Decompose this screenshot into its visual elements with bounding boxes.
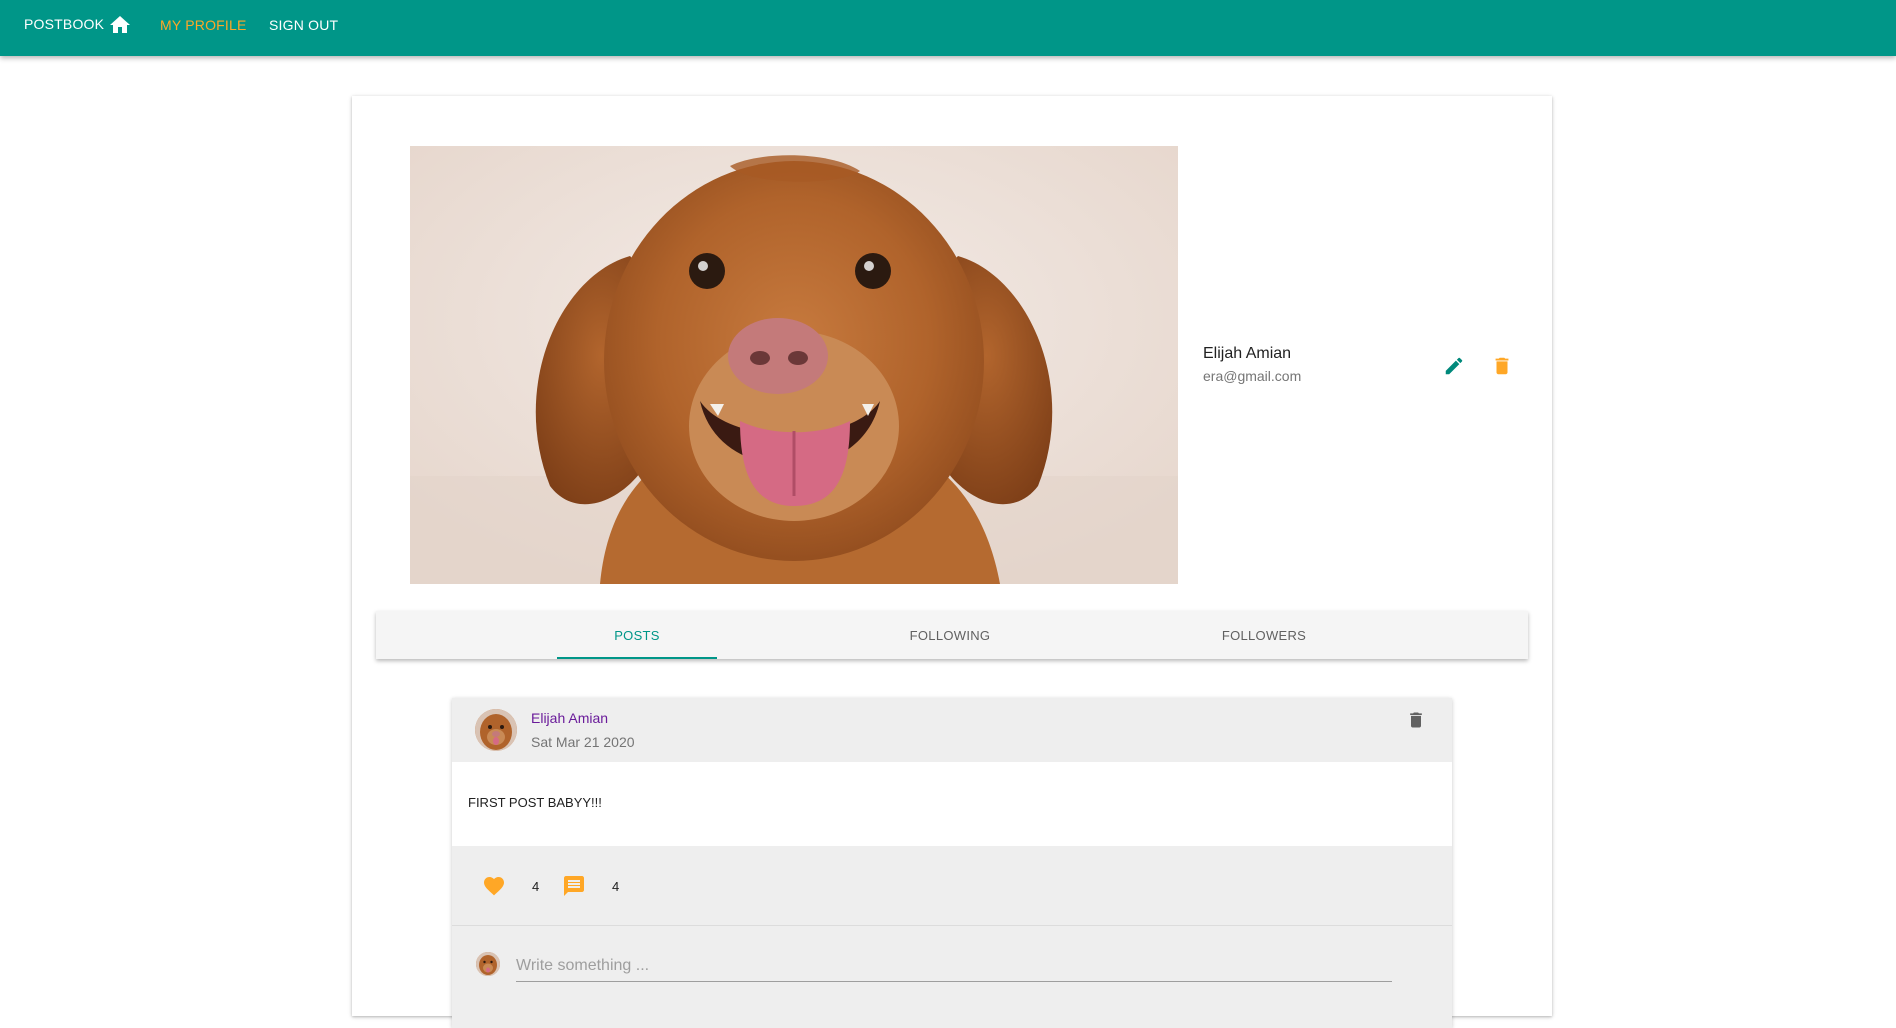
- profile-photo: [410, 146, 1178, 584]
- delete-post-button[interactable]: [1402, 708, 1430, 736]
- nav-my-profile[interactable]: MY PROFILE: [160, 17, 247, 33]
- nav-sign-out[interactable]: SIGN OUT: [269, 17, 338, 33]
- comment-compose: [452, 926, 1452, 1028]
- pencil-icon: [1443, 355, 1465, 382]
- edit-profile-button[interactable]: [1437, 351, 1471, 385]
- comment-count: 4: [612, 879, 620, 894]
- brand-logo[interactable]: POSTBOOK: [24, 16, 104, 32]
- post-body: FIRST POST BABYY!!!: [452, 762, 1452, 846]
- post-card: Elijah Amian Sat Mar 21 2020 FIRST POST …: [452, 698, 1452, 1028]
- trash-icon: [1491, 355, 1513, 382]
- comment-input[interactable]: [516, 950, 1392, 982]
- avatar[interactable]: [475, 709, 517, 751]
- profile-name: Elijah Amian: [1203, 345, 1292, 362]
- top-nav-bar: POSTBOOK MY PROFILE SIGN OUT: [0, 0, 1896, 56]
- post-header: Elijah Amian Sat Mar 21 2020: [452, 698, 1452, 762]
- post-actions: 4 4: [452, 846, 1452, 926]
- comment-icon[interactable]: [562, 874, 586, 898]
- tab-posts[interactable]: POSTS: [557, 611, 717, 659]
- avatar: [476, 952, 500, 976]
- post-text: FIRST POST BABYY!!!: [468, 795, 602, 810]
- heart-icon[interactable]: [482, 874, 506, 898]
- like-count: 4: [532, 879, 540, 894]
- profile-tabs: POSTS FOLLOWING FOLLOWERS: [376, 611, 1528, 659]
- tab-following[interactable]: FOLLOWING: [870, 611, 1030, 659]
- active-tab-indicator: [557, 657, 717, 659]
- home-icon[interactable]: [108, 13, 132, 37]
- post-author[interactable]: Elijah Amian: [531, 710, 608, 726]
- profile-email: era@gmail.com: [1203, 368, 1302, 384]
- post-date: Sat Mar 21 2020: [531, 734, 635, 750]
- tab-followers[interactable]: FOLLOWERS: [1184, 611, 1344, 659]
- trash-icon: [1406, 710, 1426, 735]
- delete-profile-button[interactable]: [1485, 351, 1519, 385]
- profile-card: Elijah Amian era@gmail.com POSTS FOLLOWI…: [352, 96, 1552, 1028]
